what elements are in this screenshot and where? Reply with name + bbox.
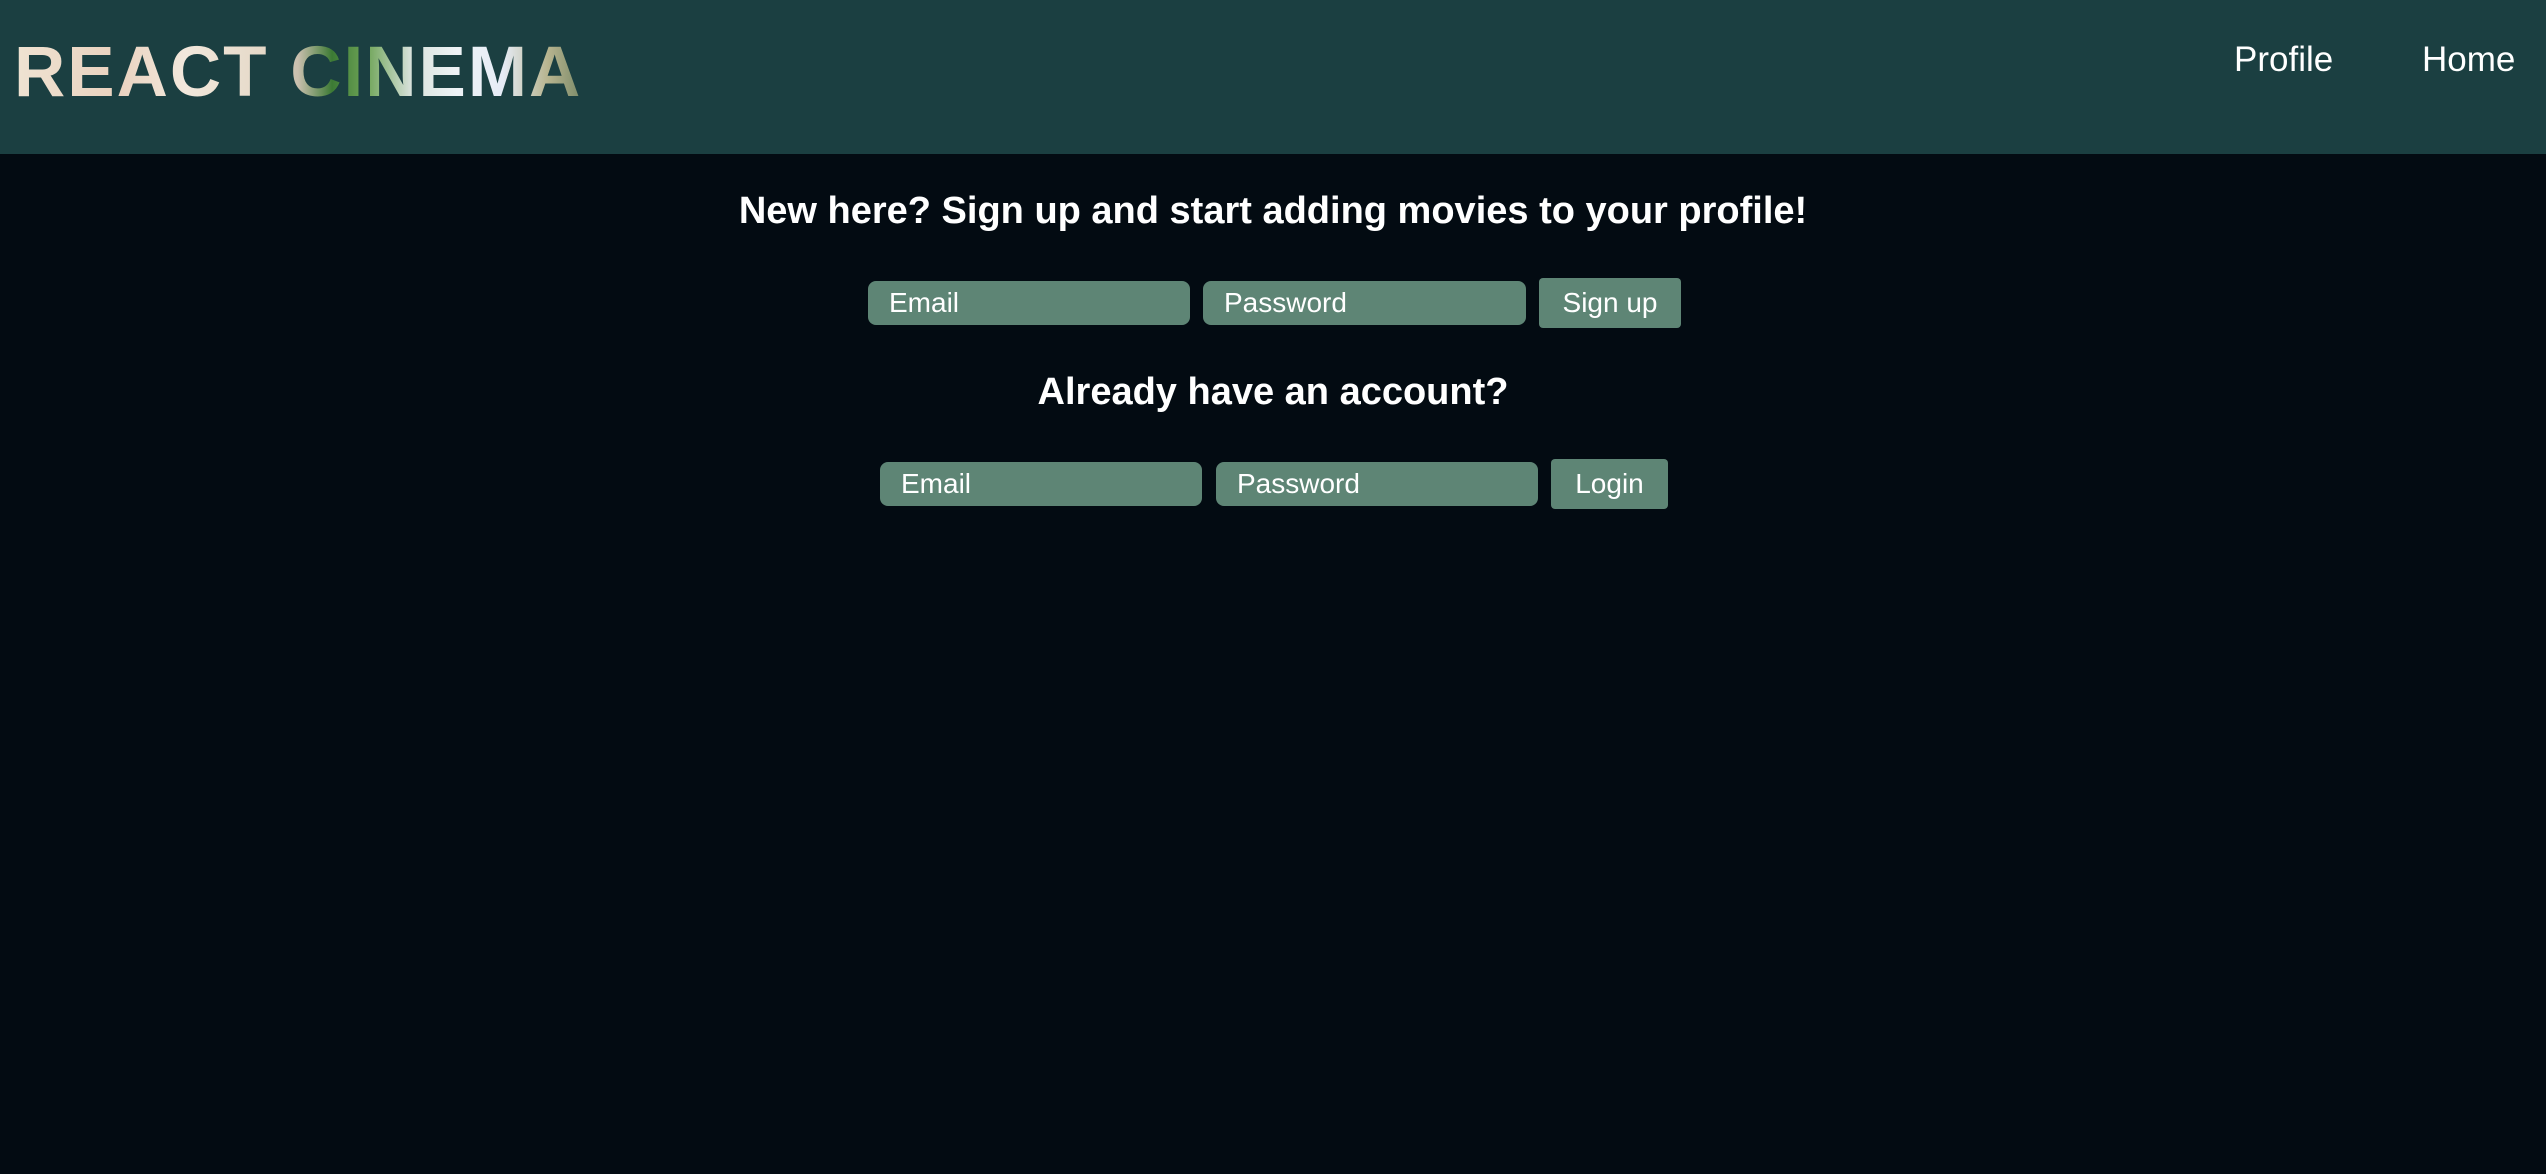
- login-email-input[interactable]: [880, 462, 1202, 506]
- react-cinema-logo[interactable]: REACT CINEMA: [14, 33, 582, 113]
- signup-heading: New here? Sign up and start adding movie…: [738, 190, 1808, 232]
- login-button[interactable]: Login: [1551, 459, 1668, 509]
- login-heading: Already have an account?: [1037, 371, 1509, 413]
- nav-link-profile[interactable]: Profile: [2234, 38, 2333, 82]
- signup-password-input[interactable]: [1203, 281, 1526, 325]
- login-password-input[interactable]: [1216, 462, 1538, 506]
- signup-email-input[interactable]: [868, 281, 1190, 325]
- signup-button[interactable]: Sign up: [1539, 278, 1681, 328]
- nav-link-home[interactable]: Home: [2422, 38, 2515, 82]
- top-header: REACT CINEMA Profile Home: [0, 0, 2546, 154]
